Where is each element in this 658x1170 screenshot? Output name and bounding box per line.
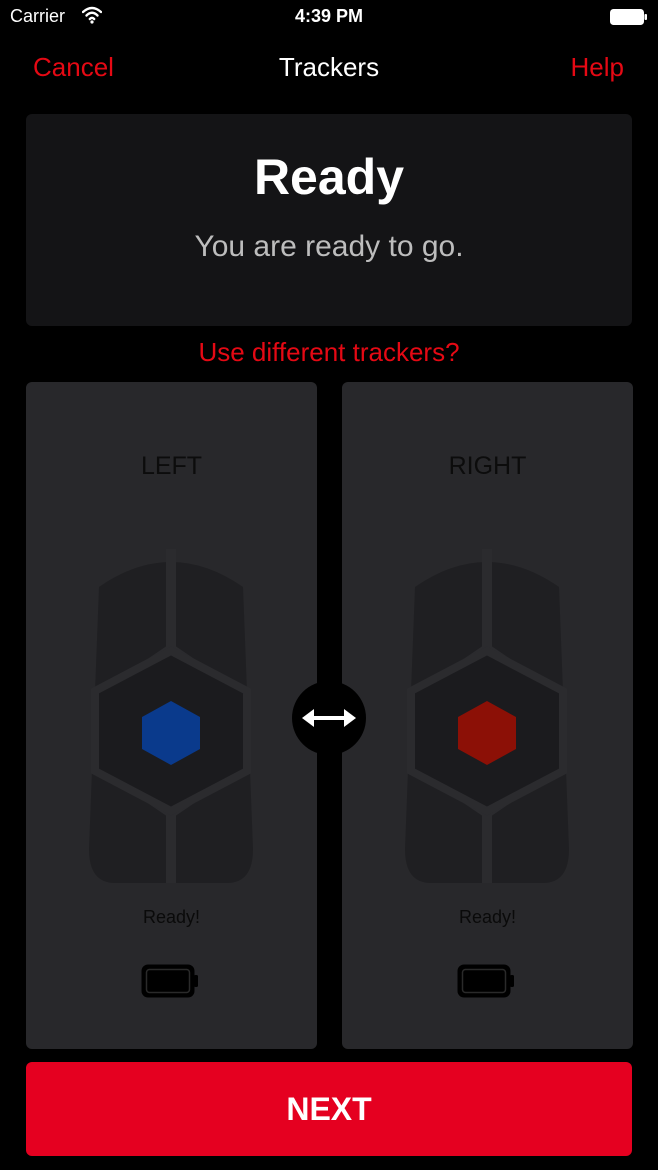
battery-icon <box>610 9 648 25</box>
status-time: 4:39 PM <box>294 6 364 26</box>
tracker-label-right: RIGHT <box>448 452 527 480</box>
tracker-panel-right: RIGHT Ready! <box>342 382 633 1049</box>
ready-subtitle: You are ready to go. <box>194 230 464 263</box>
trackers-screen: Carrier 4:39 PM Cancel Trackers Help Rea… <box>0 0 658 1170</box>
tracker-label-left: LEFT <box>140 452 203 480</box>
next-button[interactable]: NEXT <box>26 1062 632 1156</box>
insole-icon <box>403 549 571 883</box>
tracker-panel-left: LEFT Ready! <box>26 382 317 1049</box>
page-title: Trackers <box>278 52 380 82</box>
tracker-battery-icon-left <box>141 964 201 998</box>
help-button[interactable]: Help <box>571 52 624 83</box>
tracker-status-right: Ready! <box>458 907 517 927</box>
tracker-battery-icon-right <box>457 964 517 998</box>
swap-trackers-button[interactable] <box>292 681 366 755</box>
ready-status-card: Ready You are ready to go. <box>26 114 632 326</box>
insole-icon <box>87 549 255 883</box>
status-bar: Carrier 4:39 PM <box>0 0 658 34</box>
ready-title: Ready <box>253 149 405 205</box>
tracker-status-left: Ready! <box>142 907 201 927</box>
navigation-bar: Cancel Trackers Help <box>0 44 658 90</box>
use-different-trackers-link[interactable]: Use different trackers? <box>0 337 658 368</box>
